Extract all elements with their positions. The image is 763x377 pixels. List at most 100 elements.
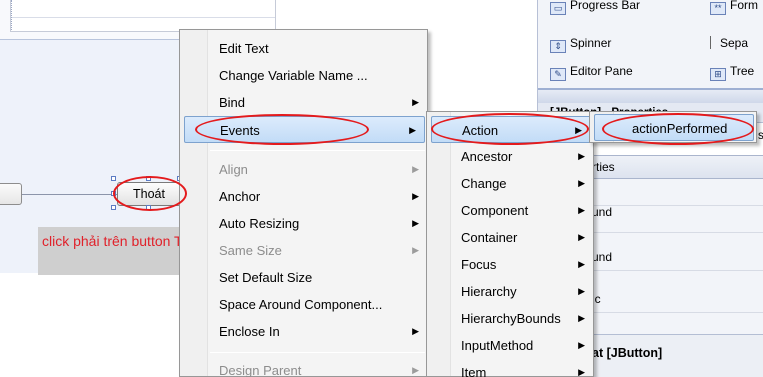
palette-row: ✎ Editor Pane ⊞ Tree [538,57,763,85]
palette-item-progress-bar[interactable]: ▭ Progress Bar [550,0,640,15]
menu-item-label: Hierarchy [461,284,517,299]
palette-row: ▭ Progress Bar ** Form [538,0,763,19]
menu-item-label: Design Parent [219,363,302,377]
menu-item-edit-text[interactable]: Edit Text [180,35,427,62]
palette-item-label: Sepa [720,36,749,50]
submenu-arrow-icon: ▶ [578,313,585,323]
menu-item-label: Container [461,230,518,245]
menu-item-action[interactable]: Action ▶ [431,116,591,143]
submenu-arrow-icon: ▶ [412,326,419,336]
progress-bar-icon: ▭ [550,2,566,15]
resize-handle-w[interactable] [111,191,116,196]
menu-item-container[interactable]: Container ▶ [427,224,593,251]
menu-item-label: Edit Text [219,41,269,56]
canvas-container-panel[interactable] [10,0,276,32]
menu-item-set-default-size[interactable]: Set Default Size [180,264,427,291]
submenu-arrow-icon: ▶ [412,164,419,174]
menu-item-label: Ancestor [461,149,513,164]
submenu-arrow-icon: ▶ [578,178,585,188]
menu-item-ancestor[interactable]: Ancestor ▶ [427,143,593,170]
palette-item-spinner[interactable]: ⇕ Spinner [550,33,611,53]
submenu-arrow-icon: ▶ [412,245,419,255]
menu-item-auto-resizing[interactable]: Auto Resizing ▶ [180,210,427,237]
separator-icon [710,36,716,49]
menu-item-bind[interactable]: Bind ▶ [180,89,427,116]
menu-item-label: Bind [219,95,246,110]
resize-handle-n[interactable] [146,176,151,181]
property-value[interactable]: und [592,250,612,264]
menu-item-item[interactable]: Item ▶ [427,359,593,377]
resize-handle-nw[interactable] [111,176,116,181]
menu-item-label: Anchor [219,189,261,204]
neighbor-button[interactable] [0,183,22,205]
submenu-arrow-icon: ▶ [412,191,419,201]
palette-item-editor-pane[interactable]: ✎ Editor Pane [550,61,633,81]
menu-item-space-around-component[interactable]: Space Around Component... [180,291,427,318]
menu-item-hierarchy-bounds[interactable]: HierarchyBounds ▶ [427,305,593,332]
menu-item-design-parent: Design Parent ▶ [180,357,427,377]
menu-item-label: Change Variable Name ... [219,68,368,83]
property-value[interactable]: und [592,205,612,219]
palette-item-separator[interactable]: Sepa [710,33,748,53]
menu-item-label: HierarchyBounds [461,311,561,326]
palette-category-header[interactable] [538,90,763,104]
menu-item-input-method[interactable]: InputMethod ▶ [427,332,593,359]
menu-item-label: Enclose In [219,324,280,339]
submenu-arrow-icon: ▶ [578,259,585,269]
menu-item-focus[interactable]: Focus ▶ [427,251,593,278]
menu-item-label: Component [461,203,529,218]
menu-item-label: Same Size [219,243,282,258]
palette-item-label: Tree [730,64,755,78]
submenu-arrow-icon: ▶ [578,151,585,161]
menu-item-label: Auto Resizing [219,216,300,231]
submenu-arrow-icon: ▶ [578,340,585,350]
submenu-arrow-icon: ▶ [578,205,585,215]
thoat-button[interactable]: Thoát [117,182,181,206]
submenu-arrow-icon: ▶ [575,125,582,135]
menu-item-label: Focus [461,257,497,272]
palette-row: ⇕ Spinner Sepa [538,29,763,57]
menu-item-anchor[interactable]: Anchor ▶ [180,183,427,210]
menu-item-component[interactable]: Component ▶ [427,197,593,224]
spinner-icon: ⇕ [550,40,566,53]
menu-item-enclose-in[interactable]: Enclose In ▶ [180,318,427,345]
menu-item-align: Align ▶ [180,156,427,183]
menu-item-label: Align [219,162,248,177]
palette-item-label: Spinner [570,36,612,50]
submenu-arrow-icon: ▶ [578,367,585,377]
menu-item-label: Item [461,365,487,377]
menu-item-same-size: Same Size ▶ [180,237,427,264]
menu-separator [210,352,425,353]
submenu-arrow-icon: ▶ [412,97,419,107]
resize-handle-s[interactable] [146,205,151,210]
submenu-arrow-icon: ▶ [409,125,416,135]
submenu-arrow-icon: ▶ [578,286,585,296]
formatted-field-icon: ** [710,2,726,15]
editor-pane-icon: ✎ [550,68,566,81]
menu-item-label: Events [220,123,260,138]
palette-item-form[interactable]: ** Form [710,0,758,15]
properties-footer-label: at [JButton] [592,346,663,360]
panel-guide-line [11,0,12,30]
submenu-arrow-icon: ▶ [578,232,585,242]
menu-item-label: Change [461,176,507,191]
action-submenu: actionPerformed [589,111,757,143]
palette-item-tree[interactable]: ⊞ Tree [710,61,754,81]
submenu-arrow-icon: ▶ [412,218,419,228]
menu-item-label: Space Around Component... [219,297,383,312]
menu-item-label: Set Default Size [219,270,313,285]
menu-item-change-variable-name[interactable]: Change Variable Name ... [180,62,427,89]
menu-item-events[interactable]: Events ▶ [184,116,425,143]
menu-item-change[interactable]: Change ▶ [427,170,593,197]
submenu-arrow-icon: ▶ [412,365,419,375]
tree-icon: ⊞ [710,68,726,81]
menu-item-label: InputMethod [461,338,534,353]
context-menu: Edit Text Change Variable Name ... Bind … [179,29,428,377]
menu-item-hierarchy[interactable]: Hierarchy ▶ [427,278,593,305]
palette-item-label: Progress Bar [570,0,641,12]
palette-item-label: Editor Pane [570,64,633,78]
resize-handle-sw[interactable] [111,205,116,210]
menu-item-action-performed[interactable]: actionPerformed [594,114,754,141]
alignment-guide [22,194,117,195]
menu-separator [210,150,425,151]
